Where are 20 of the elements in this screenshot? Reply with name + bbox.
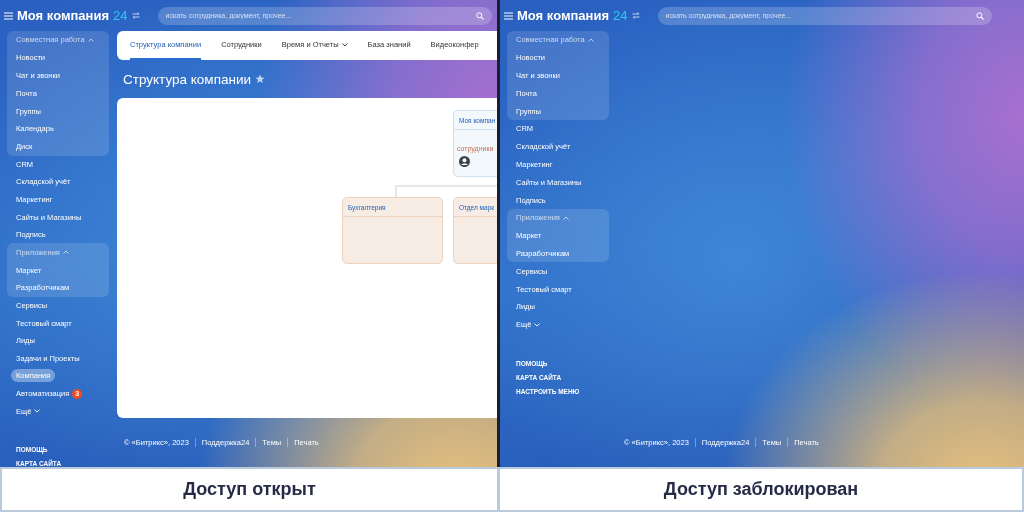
page-title: Структура компании [123, 71, 251, 87]
avatar-icon [459, 156, 470, 167]
caption-label: Доступ открыт [2, 469, 498, 510]
menu-icon[interactable] [504, 11, 513, 20]
company-logo: Моя компания 24 [17, 8, 128, 23]
swap-arrows-icon[interactable] [131, 12, 140, 19]
chevron-down-icon [34, 409, 41, 414]
caption-label: Доступ заблокирован [500, 469, 1022, 510]
chevron-up-icon [87, 37, 94, 42]
menu-icon[interactable] [4, 11, 13, 20]
search-icon[interactable] [475, 11, 484, 20]
chevron-up-icon [62, 250, 69, 255]
chevron-up-icon [562, 215, 569, 220]
swap-arrows-icon[interactable] [631, 12, 640, 19]
star-icon[interactable] [255, 74, 265, 84]
chevron-down-icon [341, 42, 348, 47]
chevron-down-icon [534, 322, 541, 327]
company-logo: Моя компания 24 [517, 8, 628, 23]
chevron-up-icon [587, 37, 594, 42]
search-icon[interactable] [975, 11, 984, 20]
